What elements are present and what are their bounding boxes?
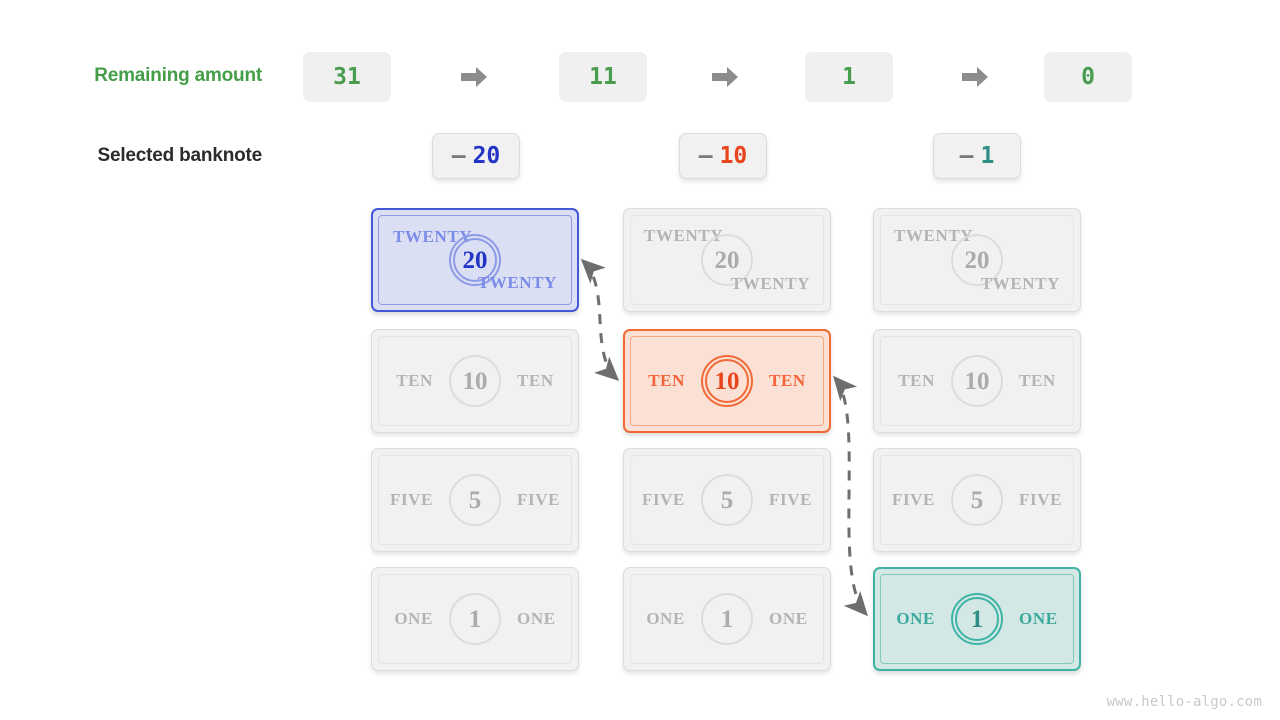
banknote-coin: 5 xyxy=(701,474,753,526)
banknote-face: TEN 10 TEN xyxy=(372,330,578,432)
banknote-denomination: 10 xyxy=(463,369,488,394)
banknote-col2-row2-ten[interactable]: TEN 10 TEN xyxy=(623,329,831,433)
banknote-coin: 10 xyxy=(701,355,753,407)
banknote-col1-row3-five[interactable]: FIVE 5 FIVE xyxy=(371,448,579,552)
banknote-face: FIVE 5 FIVE xyxy=(624,449,830,551)
banknote-coin: 10 xyxy=(449,355,501,407)
remaining-amount-label: Remaining amount xyxy=(0,65,262,87)
banknote-face: FIVE 5 FIVE xyxy=(874,449,1080,551)
banknote-face: TEN 10 TEN xyxy=(625,331,829,431)
selected-banknote-step-2: – 1 xyxy=(933,133,1021,179)
remaining-amount-value-2: 1 xyxy=(805,52,893,102)
selected-banknote-value: 10 xyxy=(720,143,748,169)
banknote-word-left: FIVE xyxy=(642,490,685,510)
selected-banknote-step-0: – 20 xyxy=(432,133,520,179)
banknote-denomination: 20 xyxy=(463,248,488,273)
banknote-face: ONE 1 ONE xyxy=(372,568,578,670)
banknote-col1-row1-twenty[interactable]: TWENTY 20 TWENTY xyxy=(371,208,579,312)
banknote-word-right: TEN xyxy=(1019,371,1056,391)
banknote-denomination: 5 xyxy=(469,488,482,513)
banknote-denomination: 1 xyxy=(469,607,482,632)
banknote-col2-row1-twenty[interactable]: TWENTY 20 TWENTY xyxy=(623,208,831,312)
watermark: www.hello-algo.com xyxy=(1107,694,1262,710)
remaining-amount-value-3: 0 xyxy=(1044,52,1132,102)
minus-sign: – xyxy=(960,143,974,169)
banknote-word-right: FIVE xyxy=(1019,490,1062,510)
banknote-denomination: 20 xyxy=(965,248,990,273)
selected-banknote-step-1: – 10 xyxy=(679,133,767,179)
banknote-word-right: ONE xyxy=(517,609,556,629)
banknote-denomination: 5 xyxy=(721,488,734,513)
banknote-face: ONE 1 ONE xyxy=(875,569,1079,669)
banknote-col3-row2-ten[interactable]: TEN 10 TEN xyxy=(873,329,1081,433)
banknote-face: TWENTY 20 TWENTY xyxy=(874,209,1080,311)
banknote-word-right: TEN xyxy=(517,371,554,391)
banknote-denomination: 10 xyxy=(965,369,990,394)
banknote-col3-row3-five[interactable]: FIVE 5 FIVE xyxy=(873,448,1081,552)
banknote-col2-row4-one[interactable]: ONE 1 ONE xyxy=(623,567,831,671)
banknote-face: TWENTY 20 TWENTY xyxy=(624,209,830,311)
banknote-col2-row3-five[interactable]: FIVE 5 FIVE xyxy=(623,448,831,552)
banknote-word-right: ONE xyxy=(1019,609,1058,629)
right-arrow-icon xyxy=(958,62,992,92)
banknote-word-left: TEN xyxy=(396,371,433,391)
banknote-coin: 1 xyxy=(951,593,1003,645)
banknote-col1-row2-ten[interactable]: TEN 10 TEN xyxy=(371,329,579,433)
selected-banknote-value: 1 xyxy=(981,143,995,169)
banknote-word-left: ONE xyxy=(896,609,935,629)
banknote-denomination: 20 xyxy=(715,248,740,273)
banknote-word-right: ONE xyxy=(769,609,808,629)
right-arrow-icon xyxy=(457,62,491,92)
banknote-word-right: FIVE xyxy=(517,490,560,510)
banknote-word-left: TEN xyxy=(898,371,935,391)
banknote-face: FIVE 5 FIVE xyxy=(372,449,578,551)
remaining-amount-value-0: 31 xyxy=(303,52,391,102)
banknote-col1-row4-one[interactable]: ONE 1 ONE xyxy=(371,567,579,671)
banknote-word-right: FIVE xyxy=(769,490,812,510)
banknote-word-left: ONE xyxy=(646,609,685,629)
banknote-col3-row4-one[interactable]: ONE 1 ONE xyxy=(873,567,1081,671)
banknote-denomination: 5 xyxy=(971,488,984,513)
banknote-word-bottom-right: TWENTY xyxy=(981,274,1060,294)
banknote-word-left: ONE xyxy=(394,609,433,629)
minus-sign: – xyxy=(452,143,466,169)
banknote-coin: 10 xyxy=(951,355,1003,407)
banknote-coin: 1 xyxy=(449,593,501,645)
selected-banknote-value: 20 xyxy=(473,143,501,169)
banknote-word-left: TEN xyxy=(648,371,685,391)
minus-sign: – xyxy=(699,143,713,169)
banknote-face: TWENTY 20 TWENTY xyxy=(373,210,577,310)
banknote-word-right: TEN xyxy=(769,371,806,391)
selected-banknote-label: Selected banknote xyxy=(0,145,262,167)
banknote-face: ONE 1 ONE xyxy=(624,568,830,670)
banknote-word-left: FIVE xyxy=(892,490,935,510)
banknote-coin: 5 xyxy=(449,474,501,526)
banknote-word-bottom-right: TWENTY xyxy=(731,274,810,294)
banknote-denomination: 1 xyxy=(971,607,984,632)
banknote-word-bottom-right: TWENTY xyxy=(478,273,557,293)
banknote-coin: 1 xyxy=(701,593,753,645)
banknote-face: TEN 10 TEN xyxy=(874,330,1080,432)
diagram-canvas: Remaining amount Selected banknote 31 11… xyxy=(0,0,1280,720)
connector-twenty-to-ten xyxy=(583,261,617,379)
banknote-denomination: 10 xyxy=(715,369,740,394)
banknote-word-left: FIVE xyxy=(390,490,433,510)
banknote-coin: 5 xyxy=(951,474,1003,526)
right-arrow-icon xyxy=(708,62,742,92)
remaining-amount-value-1: 11 xyxy=(559,52,647,102)
banknote-col3-row1-twenty[interactable]: TWENTY 20 TWENTY xyxy=(873,208,1081,312)
banknote-denomination: 1 xyxy=(721,607,734,632)
connector-ten-to-one xyxy=(835,378,866,614)
